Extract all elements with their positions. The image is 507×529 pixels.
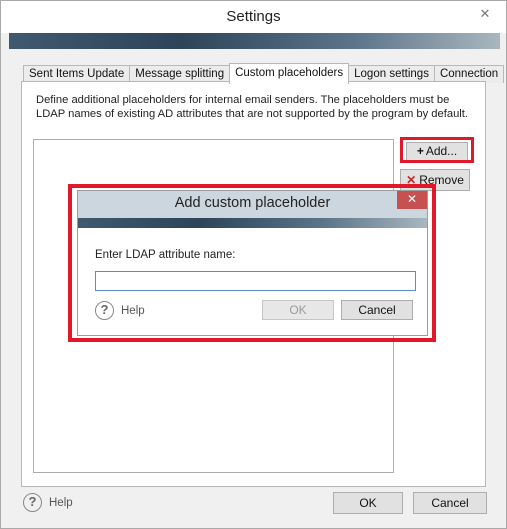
window-title: Settings: [226, 8, 281, 25]
dialog-close-icon[interactable]: ✕: [397, 191, 427, 209]
dialog-title: Add custom placeholder: [174, 195, 331, 211]
help-link[interactable]: ? Help: [23, 493, 73, 512]
dialog-help-icon: ?: [95, 301, 114, 320]
cancel-button[interactable]: Cancel: [413, 492, 487, 514]
ldap-attribute-label: Enter LDAP attribute name:: [95, 249, 236, 261]
header-banner: [9, 33, 500, 49]
dialog-ok-button[interactable]: OK: [262, 300, 334, 320]
dialog-title-bar: Add custom placeholder ✕: [78, 191, 427, 218]
dialog-cancel-button[interactable]: Cancel: [341, 300, 413, 320]
dialog-banner: [78, 218, 427, 228]
ldap-attribute-input[interactable]: [95, 271, 416, 291]
dialog-help-link[interactable]: ? Help: [95, 301, 145, 320]
tab-custom-placeholders[interactable]: Custom placeholders: [229, 63, 350, 84]
dialog-help-label: Help: [121, 304, 145, 317]
help-label: Help: [49, 496, 73, 509]
close-icon[interactable]: ✕: [472, 5, 498, 23]
panel-description: Define additional placeholders for inter…: [36, 94, 469, 120]
add-button-highlight: [400, 137, 474, 163]
title-bar: Settings ✕: [1, 1, 506, 33]
ok-button[interactable]: OK: [333, 492, 403, 514]
help-icon: ?: [23, 493, 42, 512]
